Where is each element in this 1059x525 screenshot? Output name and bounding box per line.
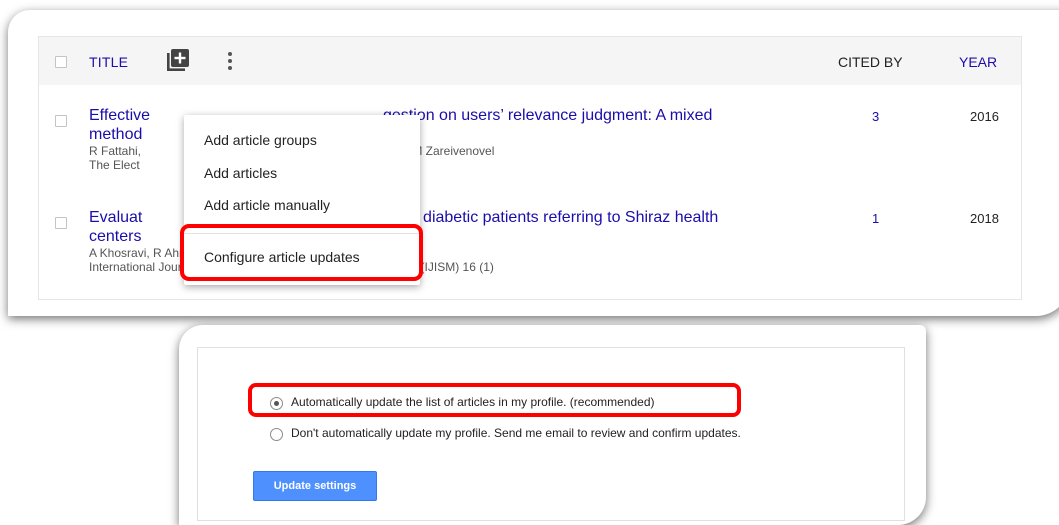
article-year: 2016 xyxy=(970,109,999,124)
cited-by-column-header[interactable]: CITED BY xyxy=(838,54,903,70)
articles-table: TITLE CITED BY YEAR Effective gestion on… xyxy=(38,36,1022,300)
settings-card: Automatically update the list of article… xyxy=(197,347,905,521)
menu-item-add-article-groups[interactable]: Add article groups xyxy=(204,132,317,148)
row-checkbox[interactable] xyxy=(55,217,67,229)
article-venue: The Elect xyxy=(89,158,140,172)
update-settings-button[interactable]: Update settings xyxy=(253,471,377,501)
more-vert-icon[interactable] xyxy=(225,50,235,72)
article-list-panel: TITLE CITED BY YEAR Effective gestion on… xyxy=(8,10,1059,316)
article-title-end: nong diabetic patients referring to Shir… xyxy=(383,209,719,226)
add-box-icon[interactable] xyxy=(167,49,189,71)
table-header: TITLE CITED BY YEAR xyxy=(39,37,1021,85)
row-checkbox[interactable] xyxy=(55,115,67,127)
article-title-line2: centers xyxy=(89,228,142,245)
article-title-end: gestion on users’ relevance judgment: A … xyxy=(383,107,713,124)
email-review-radio[interactable] xyxy=(270,428,283,441)
article-title-start: Evaluat xyxy=(89,209,143,226)
article-title-start: Effective xyxy=(89,107,151,124)
highlight-box-configure xyxy=(180,224,423,281)
article-year: 2018 xyxy=(970,211,999,226)
article-title-line2: method xyxy=(89,126,143,143)
select-all-checkbox[interactable] xyxy=(55,56,67,68)
menu-item-add-articles[interactable]: Add articles xyxy=(204,165,277,181)
highlight-box-auto-update xyxy=(248,383,741,417)
email-review-option-label[interactable]: Don't automatically update my profile. S… xyxy=(291,426,741,440)
cited-by-count-link[interactable]: 1 xyxy=(872,211,879,226)
cited-by-count-link[interactable]: 3 xyxy=(872,109,879,124)
year-column-header[interactable]: YEAR xyxy=(959,54,997,70)
menu-item-add-article-manually[interactable]: Add article manually xyxy=(204,197,330,213)
article-authors: R Fattahi, xyxy=(89,144,142,158)
article-update-settings-panel: Automatically update the list of article… xyxy=(179,325,926,525)
title-column-header[interactable]: TITLE xyxy=(89,54,128,70)
